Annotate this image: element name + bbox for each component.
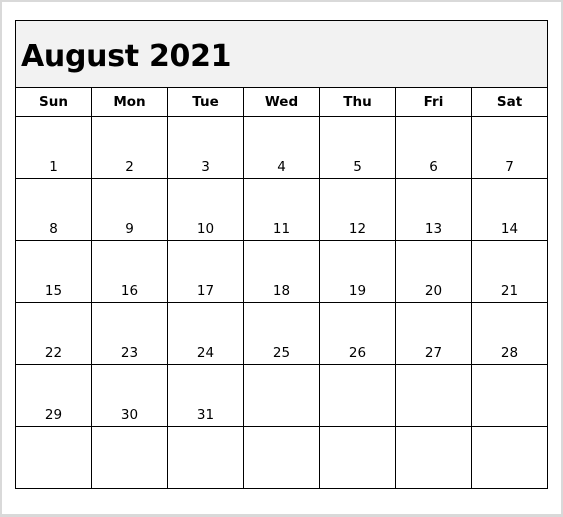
- day-number: 10: [196, 221, 215, 237]
- day-number: 16: [120, 283, 139, 299]
- day-number: 25: [272, 345, 291, 361]
- day-cell[interactable]: 25: [243, 302, 320, 365]
- day-cell[interactable]: 15: [15, 240, 92, 303]
- day-cell[interactable]: 31: [167, 364, 244, 427]
- day-number: 15: [44, 283, 63, 299]
- day-number: 27: [424, 345, 443, 361]
- day-cell[interactable]: 9: [91, 178, 168, 241]
- day-cell[interactable]: 29: [15, 364, 92, 427]
- day-cell[interactable]: [91, 426, 168, 489]
- weekday-sun: Sun: [15, 87, 92, 117]
- week-row: 8 9 10 11 12 13 14: [15, 178, 549, 241]
- weekday-wed: Wed: [243, 87, 320, 117]
- week-row: 29 30 31: [15, 364, 549, 427]
- weekday-tue: Tue: [167, 87, 244, 117]
- title-row: August 2021: [14, 20, 549, 88]
- week-row: 22 23 24 25 26 27 28: [15, 302, 549, 365]
- day-cell[interactable]: 8: [15, 178, 92, 241]
- day-cell[interactable]: 4: [243, 116, 320, 179]
- day-cell[interactable]: [395, 426, 472, 489]
- day-cell[interactable]: 18: [243, 240, 320, 303]
- day-cell[interactable]: 7: [470, 116, 549, 179]
- day-cell[interactable]: [243, 364, 320, 427]
- day-number: 21: [500, 283, 519, 299]
- day-cell[interactable]: [319, 426, 396, 489]
- weekday-mon: Mon: [91, 87, 168, 117]
- day-number: 4: [277, 159, 286, 175]
- week-row: 15 16 17 18 19 20 21: [15, 240, 549, 303]
- day-cell[interactable]: 27: [395, 302, 472, 365]
- day-number: 14: [500, 221, 519, 237]
- day-cell[interactable]: [167, 426, 244, 489]
- day-number: 11: [272, 221, 291, 237]
- day-number: 20: [424, 283, 443, 299]
- day-cell[interactable]: 2: [91, 116, 168, 179]
- day-cell[interactable]: 12: [319, 178, 396, 241]
- day-number: 18: [272, 283, 291, 299]
- day-cell[interactable]: 28: [470, 302, 549, 365]
- day-cell[interactable]: 30: [91, 364, 168, 427]
- day-cell[interactable]: 20: [395, 240, 472, 303]
- day-cell[interactable]: 16: [91, 240, 168, 303]
- day-number: 5: [353, 159, 362, 175]
- day-number: 2: [125, 159, 134, 175]
- day-cell[interactable]: 10: [167, 178, 244, 241]
- day-number: 29: [44, 407, 63, 423]
- weekday-thu: Thu: [319, 87, 396, 117]
- calendar-table: August 2021 Sun Mon Tue Wed Thu Fri Sat …: [14, 20, 549, 489]
- weekday-header-row: Sun Mon Tue Wed Thu Fri Sat: [15, 87, 549, 117]
- weekday-fri: Fri: [395, 87, 472, 117]
- day-number: 19: [348, 283, 367, 299]
- day-cell[interactable]: 3: [167, 116, 244, 179]
- day-cell[interactable]: [15, 426, 92, 489]
- day-cell[interactable]: 23: [91, 302, 168, 365]
- day-number: 7: [505, 159, 514, 175]
- day-cell[interactable]: [319, 364, 396, 427]
- day-number: 24: [196, 345, 215, 361]
- day-cell[interactable]: 5: [319, 116, 396, 179]
- day-number: 3: [201, 159, 210, 175]
- day-cell[interactable]: 21: [470, 240, 549, 303]
- day-cell[interactable]: 11: [243, 178, 320, 241]
- week-row: [15, 426, 549, 489]
- day-cell[interactable]: 1: [15, 116, 92, 179]
- week-row: 1 2 3 4 5 6 7: [15, 116, 549, 179]
- day-cell[interactable]: [395, 364, 472, 427]
- title-cell: August 2021: [14, 20, 549, 88]
- day-cell[interactable]: 24: [167, 302, 244, 365]
- day-cell[interactable]: 19: [319, 240, 396, 303]
- day-number: 31: [196, 407, 215, 423]
- day-number: 26: [348, 345, 367, 361]
- day-number: 22: [44, 345, 63, 361]
- day-number: 8: [49, 221, 58, 237]
- day-cell[interactable]: 17: [167, 240, 244, 303]
- day-cell[interactable]: 22: [15, 302, 92, 365]
- day-number: 28: [500, 345, 519, 361]
- day-number: 17: [196, 283, 215, 299]
- day-number: 23: [120, 345, 139, 361]
- day-cell[interactable]: 13: [395, 178, 472, 241]
- day-cell[interactable]: 6: [395, 116, 472, 179]
- day-number: 6: [429, 159, 438, 175]
- day-number: 12: [348, 221, 367, 237]
- day-number: 9: [125, 221, 134, 237]
- day-cell[interactable]: [470, 426, 549, 489]
- day-cell[interactable]: [470, 364, 549, 427]
- day-cell[interactable]: 14: [470, 178, 549, 241]
- calendar-body: 1 2 3 4 5 6 7 8 9 10 11 12 13 14 15 16 1…: [15, 116, 549, 489]
- day-number: 1: [49, 159, 58, 175]
- day-number: 30: [120, 407, 139, 423]
- day-number: 13: [424, 221, 443, 237]
- day-cell[interactable]: 26: [319, 302, 396, 365]
- calendar-title: August 2021: [21, 38, 232, 74]
- weekday-sat: Sat: [470, 87, 549, 117]
- day-cell[interactable]: [243, 426, 320, 489]
